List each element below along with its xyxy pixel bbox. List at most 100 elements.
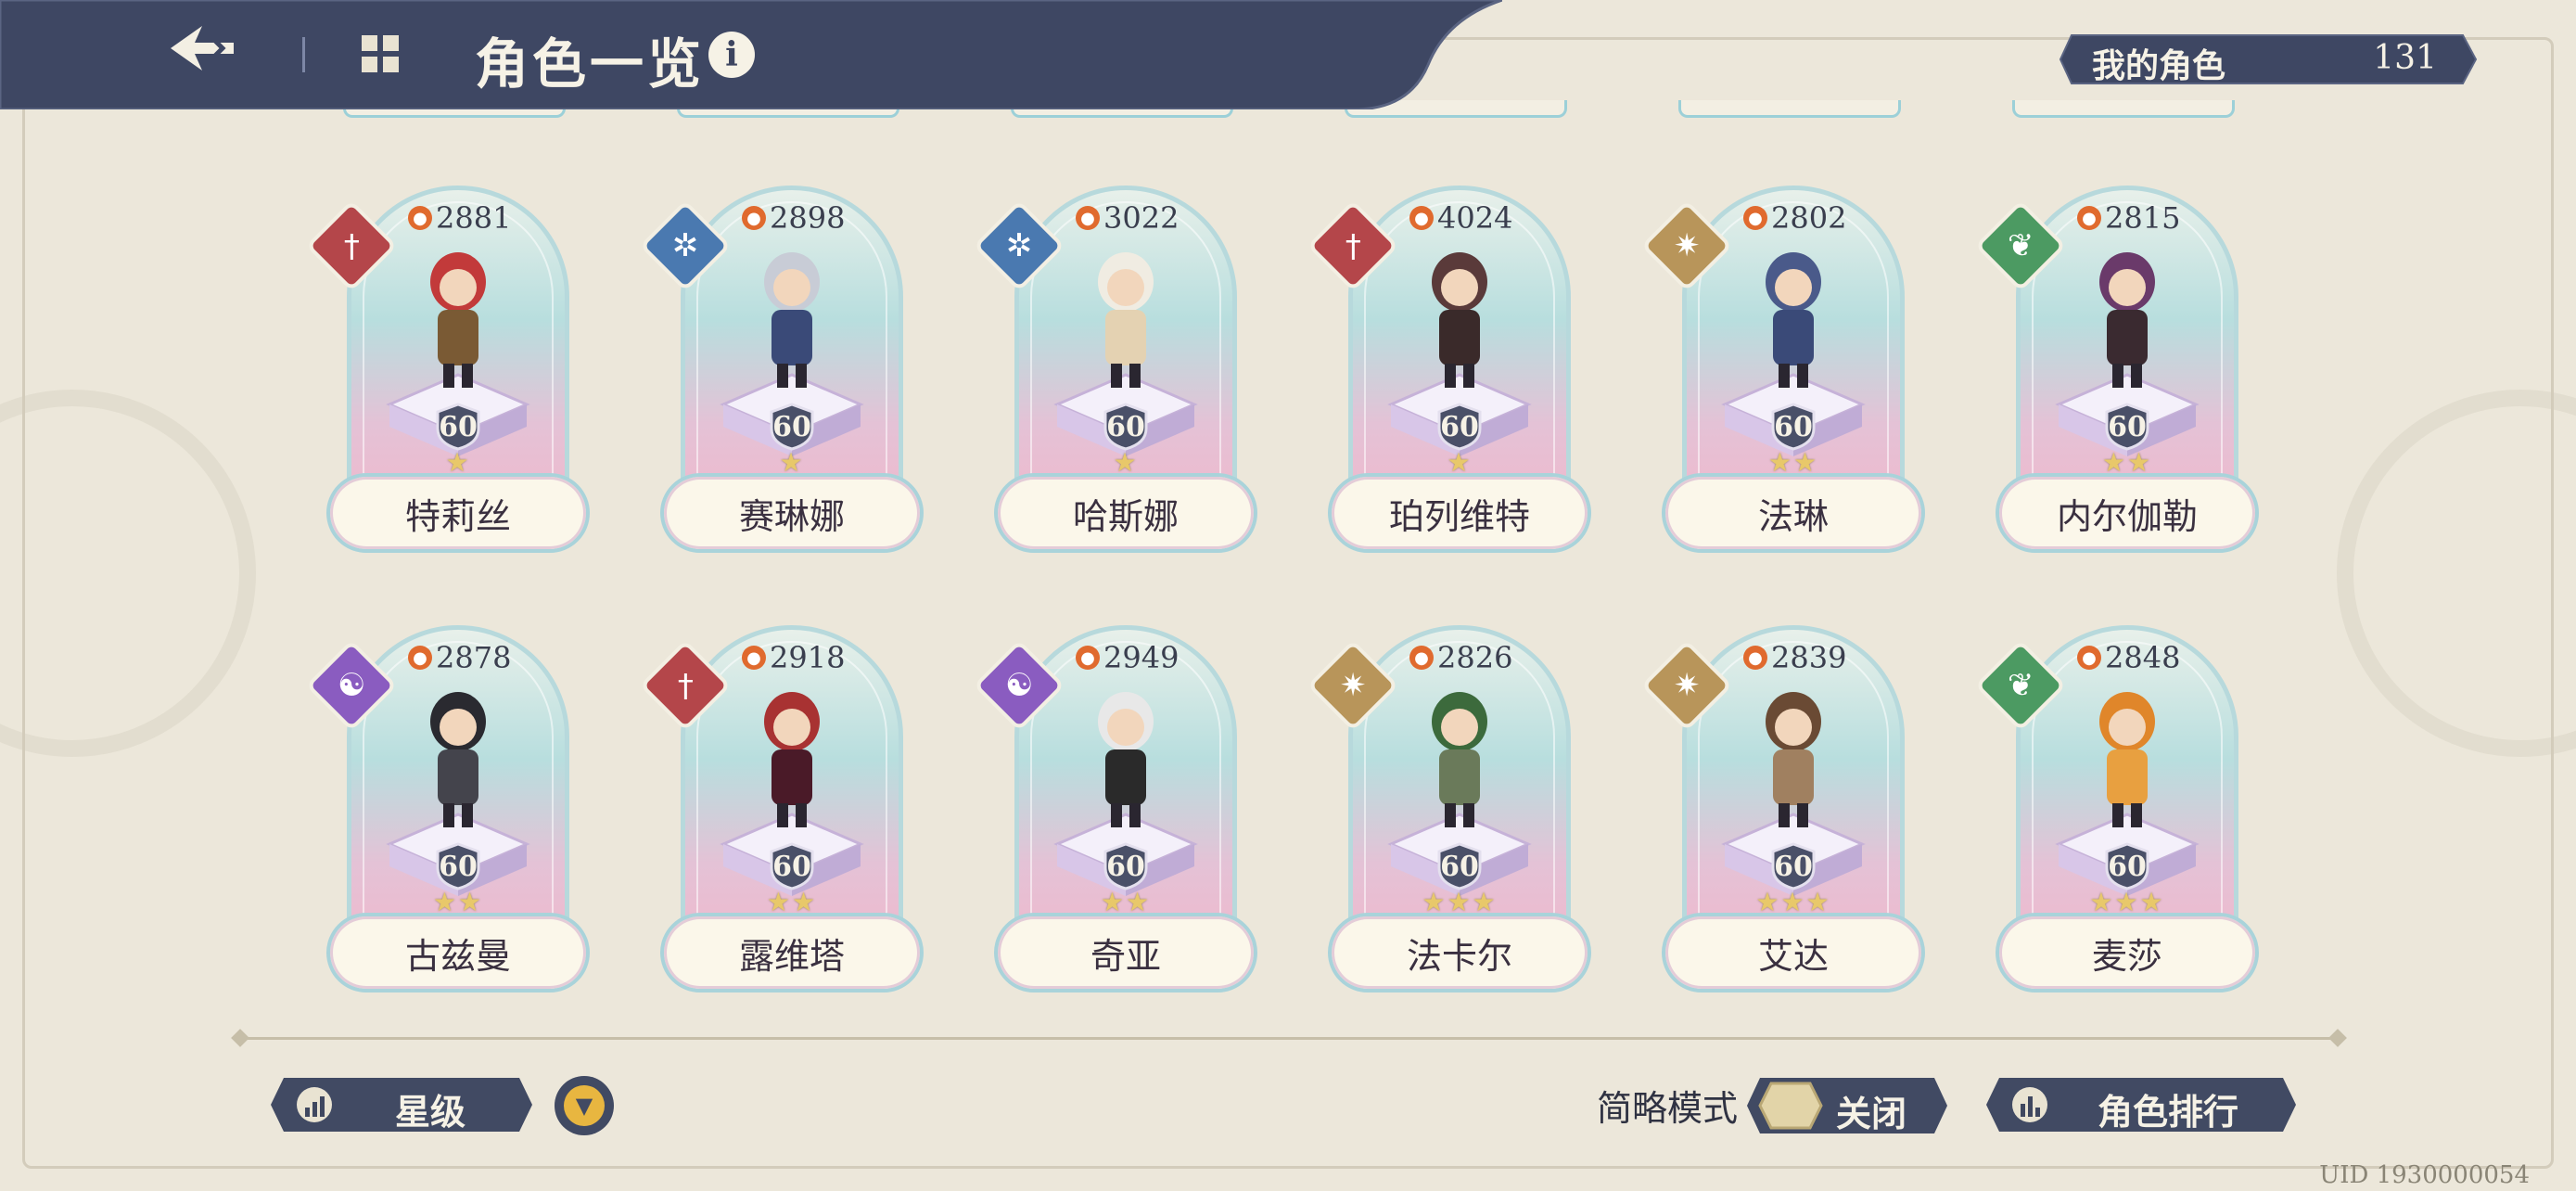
sort-by-star-button[interactable]: 星级 [269, 1076, 534, 1133]
character-sprite [764, 692, 820, 827]
character-sprite [2099, 692, 2155, 827]
character-sprite [2099, 252, 2155, 388]
menu-button[interactable] [358, 32, 404, 78]
character-sprite [1432, 252, 1487, 388]
level-value: 60 [1106, 850, 1145, 883]
character-card[interactable]: ✷ ● 2826 60 ★★★ 法卡尔 [1307, 625, 1591, 1015]
combat-power: ● 4024 [1409, 200, 1512, 236]
character-sprite [1432, 692, 1487, 827]
character-card[interactable]: † ● 2881 60 ★ 特莉丝 [305, 186, 590, 575]
character-sprite [1098, 692, 1154, 827]
scrolled-card-edge [1678, 100, 1901, 118]
level-value: 60 [439, 850, 478, 883]
level-value: 60 [2108, 850, 2147, 883]
back-button[interactable] [167, 20, 241, 91]
combat-power: ● 2815 [2077, 200, 2180, 236]
power-value: 2878 [436, 640, 512, 675]
flame-icon: ● [742, 206, 766, 230]
character-card[interactable]: ✲ ● 2898 60 ★ 赛琳娜 [639, 186, 924, 575]
character-sprite [430, 252, 486, 388]
level-shield: 60 [434, 842, 482, 890]
level-value: 60 [1774, 850, 1813, 883]
bar-chart-icon [297, 1087, 332, 1122]
level-shield: 60 [434, 403, 482, 451]
info-icon[interactable]: i [708, 32, 755, 78]
level-value: 60 [1774, 410, 1813, 443]
scrolled-card-edge [2012, 100, 2235, 118]
footer-divider-cap [231, 1029, 249, 1047]
flame-icon: ● [1076, 206, 1100, 230]
sort-label: 星级 [395, 1091, 466, 1133]
combat-power: ● 3022 [1076, 200, 1179, 236]
header-bar: 角色一览 i [0, 0, 1502, 109]
character-name: 哈斯娜 [994, 473, 1257, 553]
grid-menu-icon [362, 35, 399, 72]
character-ranking-button[interactable]: 角色排行 [1984, 1076, 2298, 1133]
background-ornament-left [0, 390, 256, 757]
brief-mode-toggle[interactable]: 关闭 [1745, 1076, 1949, 1135]
my-characters-count: 131 [2373, 39, 2437, 77]
brief-mode-label: 简略模式 [1597, 1088, 1739, 1129]
filter-icon: ▼ [564, 1085, 605, 1126]
header-divider [302, 37, 305, 72]
level-shield: 60 [2103, 403, 2151, 451]
character-card[interactable]: ☯ ● 2878 60 ★★ 古兹曼 [305, 625, 590, 1015]
level-shield: 60 [2103, 842, 2151, 890]
character-card[interactable]: † ● 2918 60 ★★ 露维塔 [639, 625, 924, 1015]
flame-icon: ● [1409, 646, 1434, 670]
character-name: 古兹曼 [326, 913, 590, 992]
character-sprite [764, 252, 820, 388]
character-card[interactable]: ✷ ● 2802 60 ★★ 法琳 [1640, 186, 1925, 575]
character-card[interactable]: ❦ ● 2815 60 ★★ 内尔伽勒 [1974, 186, 2259, 575]
level-shield: 60 [1435, 403, 1484, 451]
character-name: 法琳 [1662, 473, 1925, 553]
my-characters-counter: 我的角色 131 [2059, 32, 2478, 87]
power-value: 2898 [770, 200, 846, 236]
level-shield: 60 [1102, 403, 1150, 451]
combat-power: ● 2826 [1409, 640, 1512, 675]
level-value: 60 [439, 410, 478, 443]
page-title: 角色一览 [475, 32, 706, 96]
flame-icon: ● [2077, 206, 2101, 230]
character-card[interactable]: ☯ ● 2949 60 ★★ 奇亚 [973, 625, 1257, 1015]
character-card[interactable]: ❦ ● 2848 60 ★★★ 麦莎 [1974, 625, 2259, 1015]
level-value: 60 [772, 850, 811, 883]
flame-icon: ● [1743, 646, 1767, 670]
power-value: 2802 [1771, 200, 1847, 236]
character-name: 特莉丝 [326, 473, 590, 553]
power-value: 2826 [1437, 640, 1513, 675]
filter-button[interactable]: ▼ [555, 1076, 614, 1135]
combat-power: ● 2802 [1743, 200, 1846, 236]
power-value: 2881 [436, 200, 512, 236]
character-sprite [430, 692, 486, 827]
combat-power: ● 2878 [408, 640, 511, 675]
character-sprite [1766, 692, 1821, 827]
combat-power: ● 2898 [742, 200, 845, 236]
character-card[interactable]: ✷ ● 2839 60 ★★★ 艾达 [1640, 625, 1925, 1015]
character-name: 法卡尔 [1328, 913, 1591, 992]
level-shield: 60 [768, 403, 816, 451]
character-card[interactable]: ✲ ● 3022 60 ★ 哈斯娜 [973, 186, 1257, 575]
level-shield: 60 [1435, 842, 1484, 890]
footer-divider-cap [2328, 1029, 2347, 1047]
flame-icon: ● [1409, 206, 1434, 230]
back-arrow-icon [171, 26, 234, 70]
character-name: 露维塔 [660, 913, 924, 992]
combat-power: ● 2881 [408, 200, 511, 236]
background-ornament-right [2337, 390, 2576, 757]
flame-icon: ● [2077, 646, 2101, 670]
combat-power: ● 2918 [742, 640, 845, 675]
power-value: 2815 [2105, 200, 2181, 236]
character-sprite [1766, 252, 1821, 388]
character-name: 内尔伽勒 [1996, 473, 2259, 553]
power-value: 4024 [1437, 200, 1513, 236]
character-card[interactable]: † ● 4024 60 ★ 珀列维特 [1307, 186, 1591, 575]
level-shield: 60 [1102, 842, 1150, 890]
combat-power: ● 2949 [1076, 640, 1179, 675]
character-name: 艾达 [1662, 913, 1925, 992]
level-shield: 60 [1769, 842, 1817, 890]
my-characters-label: 我的角色 [2092, 46, 2226, 85]
character-name: 麦莎 [1996, 913, 2259, 992]
level-value: 60 [1440, 850, 1479, 883]
flame-icon: ● [408, 646, 432, 670]
